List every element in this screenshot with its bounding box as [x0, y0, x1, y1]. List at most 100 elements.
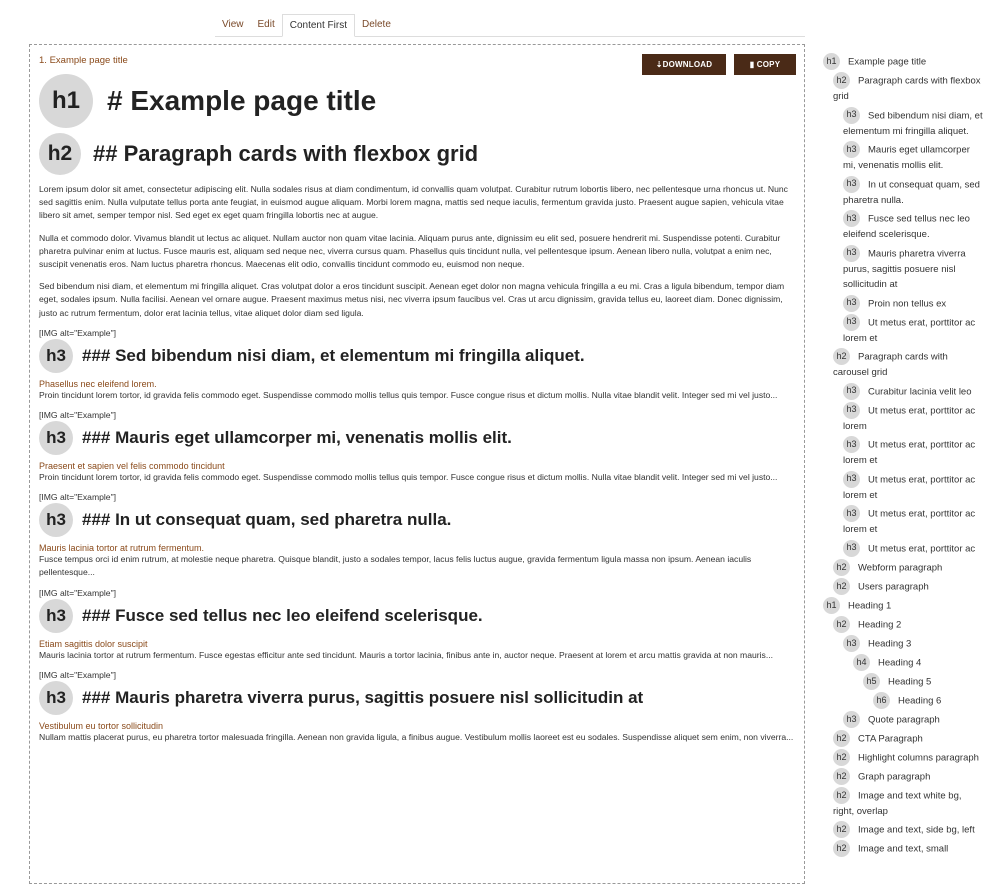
toc-item[interactable]: h3 Ut metus erat, porttitor ac lorem: [823, 401, 983, 435]
toc-item-label: Mauris eget ullamcorper mi, venenatis mo…: [843, 144, 970, 172]
toc-item[interactable]: h4 Heading 4: [823, 653, 983, 671]
h3-badge: h3: [39, 503, 73, 538]
h2-badge: h2: [39, 133, 81, 175]
h3-badge: h3: [39, 421, 73, 456]
toc-item-label: Webform paragraph: [858, 562, 943, 574]
subsection-heading: ### Fusce sed tellus nec leo eleifend sc…: [82, 605, 483, 625]
toc-item[interactable]: h2 Image and text, small: [823, 840, 983, 858]
subsection-heading: ### In ut consequat quam, sed pharetra n…: [82, 510, 452, 530]
toc-item[interactable]: h3 Mauris pharetra viverra purus, sagitti…: [823, 244, 983, 293]
toc-item[interactable]: h5 Heading 5: [823, 672, 983, 690]
toc-item[interactable]: h1 Heading 1: [823, 596, 983, 614]
toc-item-label: Image and text, side bg, left: [858, 824, 975, 836]
subtitle: Vestibulum eu tortor sollicitudin: [39, 720, 164, 731]
toc-level-badge: h3: [843, 210, 860, 228]
toc-item-label: Ut metus erat, porttitor ac lorem et: [843, 474, 976, 501]
toc-level-badge: h3: [843, 634, 860, 652]
toc-level-badge: h4: [853, 653, 870, 671]
toc-item[interactable]: h2 Graph paragraph: [823, 767, 983, 785]
subtitle: Phasellus nec eleifend lorem.: [39, 378, 157, 389]
toc-item[interactable]: h2 Webform paragraph: [823, 558, 983, 576]
toc-item-label: Ut metus erat, porttitor ac lorem et: [843, 439, 976, 467]
toc-item-label: Heading 1: [848, 600, 892, 612]
toc-level-badge: h2: [833, 558, 850, 576]
content-panel: 1. Example page title ⇣DOWNLOAD ▮ COPY h…: [29, 44, 805, 884]
toc-item[interactable]: h2 Paragraph cards with flexbox grid: [823, 72, 983, 105]
tab-view[interactable]: View: [215, 14, 251, 36]
toc-item[interactable]: h2 Paragraph cards with carousel grid: [823, 348, 983, 381]
toc-item[interactable]: h2 Image and text, side bg, left: [823, 821, 983, 839]
toc-item[interactable]: h2 Highlight columns paragraph: [823, 748, 983, 766]
section-text: Proin tincidunt lorem tortor, id gravida…: [39, 389, 778, 400]
toc-item[interactable]: h3 In ut consequat quam, sed pharetra nul…: [823, 175, 983, 209]
toc-item-label: Paragraph cards with flexbox grid: [833, 75, 981, 103]
toc-item-label: Sed bibendum nisi diam, et elementum mi …: [843, 110, 983, 137]
subtitle: Praesent et sapien vel felis commodo tin…: [39, 461, 225, 472]
tab-content-first[interactable]: Content First: [281, 14, 355, 37]
toc-item[interactable]: h3 Heading 3: [823, 634, 983, 652]
toc-item[interactable]: h3 Quote paragraph: [823, 710, 983, 728]
toc-item[interactable]: h3 Ut metus erat, porttitor ac lorem et: [823, 436, 983, 469]
toc-item-label: Ut metus erat, porttitor ac lorem et: [843, 508, 976, 536]
toc-item[interactable]: h3 Ut metus erat, porttitor ac lorem et: [823, 313, 983, 347]
toc-item[interactable]: h3 Ut metus erat, porttitor ac lorem et: [823, 470, 983, 504]
toc-level-badge: h3: [843, 382, 860, 400]
toc-level-badge: h2: [833, 729, 850, 747]
page-tabs: View Edit Content First Delete: [215, 14, 805, 37]
toc-item-label: Example page title: [848, 56, 927, 68]
toc-item[interactable]: h2 Image and text white bg, right, overla…: [823, 786, 983, 820]
toc-item-label: Heading 6: [898, 695, 942, 707]
toc-item-label: Heading 5: [888, 676, 932, 688]
toc-level-badge: h3: [843, 710, 860, 728]
toc-item-label: Image and text white bg, right, overlap: [833, 790, 962, 817]
toc-level-badge: h2: [833, 72, 850, 90]
h3-badge: h3: [39, 598, 73, 633]
toc-item-label: Image and text, small: [858, 843, 949, 855]
toc-level-badge: h3: [843, 401, 860, 419]
toc-item[interactable]: h3 Fusce sed tellus nec leo eleifend scel…: [823, 210, 983, 243]
toc-level-badge: h3: [843, 106, 860, 124]
image-placeholder: [IMG alt="Example"]: [39, 587, 117, 598]
toc-level-badge: h3: [843, 175, 860, 193]
h1-heading-row: h1 # Example page title: [39, 74, 794, 128]
toc-item-label: Ut metus erat, porttitor ac: [868, 543, 976, 555]
toc-level-badge: h3: [843, 436, 860, 454]
toc-item[interactable]: h3 Ut metus erat, porttitor ac: [823, 539, 983, 557]
toc-level-badge: h3: [843, 539, 860, 557]
toc-item[interactable]: h2 Heading 2: [823, 615, 983, 633]
toc-level-badge: h3: [843, 141, 860, 159]
download-button[interactable]: ⇣DOWNLOAD: [642, 54, 726, 75]
toc-level-badge: h5: [863, 672, 880, 690]
toc-item[interactable]: h3 Curabitur lacinia velit leo: [823, 382, 983, 400]
breadcrumb-link[interactable]: Example page title: [50, 55, 128, 66]
toc-level-badge: h2: [833, 615, 850, 633]
h3-heading-row: h3 ### Fusce sed tellus nec leo eleifend…: [39, 598, 794, 633]
toc-item[interactable]: h3 Ut metus erat, porttitor ac lorem et: [823, 505, 983, 538]
section-text: Nullam mattis placerat purus, eu pharetr…: [39, 731, 794, 742]
toc-item[interactable]: h3 Mauris eget ullamcorper mi, venenatis …: [823, 141, 983, 174]
h3-heading-row: h3 ### In ut consequat quam, sed pharetr…: [39, 503, 794, 538]
copy-button[interactable]: ▮ COPY: [734, 54, 796, 75]
toc-item[interactable]: h2 Users paragraph: [823, 577, 983, 595]
h3-heading-row: h3 ### Mauris eget ullamcorper mi, venen…: [39, 421, 794, 456]
toc-item-label: Mauris pharetra viverra purus, sagittis …: [843, 248, 966, 291]
toc-level-badge: h2: [833, 348, 850, 366]
toc-item[interactable]: h3 Proin non tellus ex: [823, 294, 983, 312]
breadcrumb-number: 1.: [39, 55, 47, 66]
toc-item[interactable]: h2 CTA Paragraph: [823, 729, 983, 747]
toc-item[interactable]: h6 Heading 6: [823, 691, 983, 709]
tab-delete[interactable]: Delete: [355, 14, 398, 36]
toc-level-badge: h1: [823, 596, 840, 614]
toc-item-label: Heading 4: [878, 657, 922, 669]
toc-level-badge: h3: [843, 505, 860, 523]
section-text: Fusce tempus orci id enim rutrum, at mol…: [39, 554, 752, 578]
toc-item[interactable]: h3 Sed bibendum nisi diam, et elementum m…: [823, 106, 983, 140]
image-placeholder: [IMG alt="Example"]: [39, 327, 117, 338]
paragraph-3: Sed bibendum nisi diam, et elementum mi …: [39, 281, 785, 318]
toc-level-badge: h6: [873, 691, 890, 709]
paragraph-1: Lorem ipsum dolor sit amet, consectetur …: [39, 184, 788, 221]
toc-item[interactable]: h1 Example page title: [823, 53, 983, 70]
subsection-heading: ### Mauris eget ullamcorper mi, venenati…: [82, 428, 512, 448]
tab-edit[interactable]: Edit: [251, 14, 282, 36]
action-buttons: ⇣DOWNLOAD ▮ COPY: [642, 54, 796, 75]
